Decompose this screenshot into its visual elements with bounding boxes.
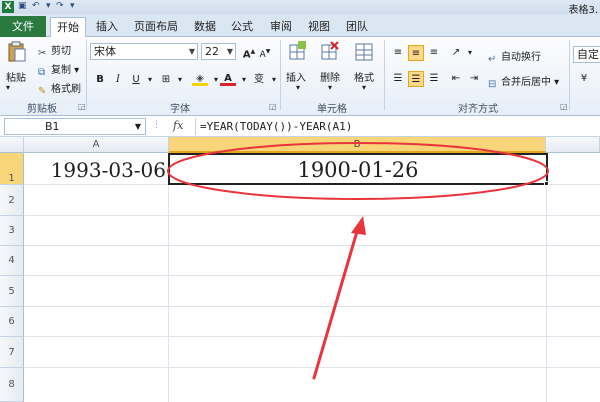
annotation-arrow-shaft <box>312 226 360 380</box>
annotation-overlay <box>167 142 549 380</box>
annotation-arrow-head <box>351 216 366 235</box>
highlight-ellipse <box>167 142 549 200</box>
